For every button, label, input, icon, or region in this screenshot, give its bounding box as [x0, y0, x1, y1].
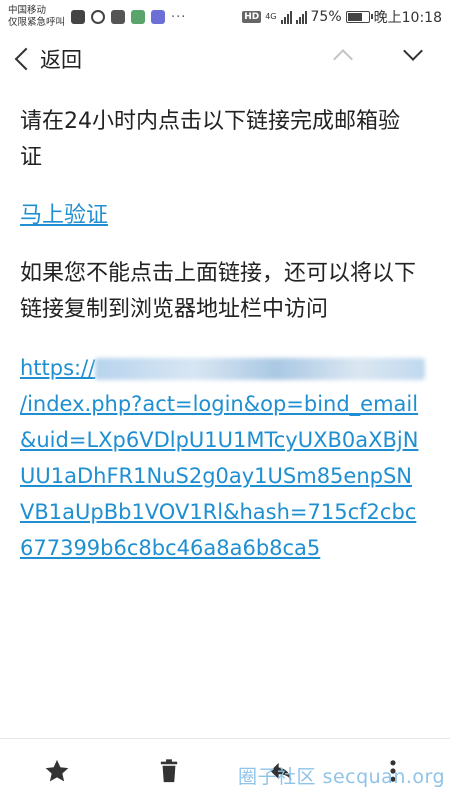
instruction-text: 如果您不能点击上面链接，还可以将以下链接复制到浏览器地址栏中访问 — [20, 261, 417, 322]
intro-text: 请在24小时内点击以下链接完成邮箱验证 — [20, 109, 400, 170]
clock: 晚上10:18 — [373, 10, 442, 26]
verification-url-link[interactable]: https:// /index.php?act=login&op=bind_ema… — [20, 350, 426, 566]
hd-badge: HD — [242, 11, 262, 23]
carrier-name: 中国移动 — [8, 5, 47, 16]
nav-bar: 返回 — [0, 34, 450, 84]
watermark: 圈子社区 secquan.org — [238, 766, 446, 788]
notification-icons: ··· — [71, 10, 186, 25]
url-path: /index.php?act=login&op=bind_email&uid=L… — [20, 392, 419, 560]
battery-icon — [345, 11, 373, 23]
notification-app-icon — [71, 10, 86, 24]
network-type: 4G — [265, 12, 277, 21]
notification-app2-icon — [151, 10, 166, 24]
star-icon[interactable] — [43, 757, 71, 785]
status-bar: 中国移动 仅限紧急呼叫 ··· HD 4G 75% 晚上10:18 — [0, 0, 450, 34]
battery-percent: 75% — [310, 9, 342, 25]
trash-icon[interactable] — [155, 757, 183, 785]
chevron-left-icon — [14, 47, 38, 71]
previous-message-icon[interactable] — [333, 49, 353, 69]
notification-image-icon — [111, 10, 126, 24]
notification-circle-icon — [91, 10, 106, 24]
system-status: HD 4G 75% 晚上10:18 — [242, 0, 442, 34]
redacted-domain — [95, 358, 426, 380]
signal-icon — [280, 10, 292, 24]
url-prefix: https:// — [20, 356, 96, 380]
next-message-icon[interactable] — [403, 41, 423, 61]
email-body: 请在24小时内点击以下链接完成邮箱验证 马上验证 如果您不能点击上面链接，还可以… — [20, 104, 426, 566]
signal-2-icon — [295, 10, 307, 24]
carrier-info: 中国移动 仅限紧急呼叫 — [8, 5, 65, 29]
verify-link[interactable]: 马上验证 — [20, 198, 108, 234]
back-label: 返回 — [40, 48, 82, 72]
carrier-status: 仅限紧急呼叫 — [8, 17, 66, 28]
more-notifications-icon: ··· — [171, 9, 187, 25]
back-button[interactable]: 返回 — [10, 34, 82, 84]
notification-android-icon — [131, 10, 146, 24]
